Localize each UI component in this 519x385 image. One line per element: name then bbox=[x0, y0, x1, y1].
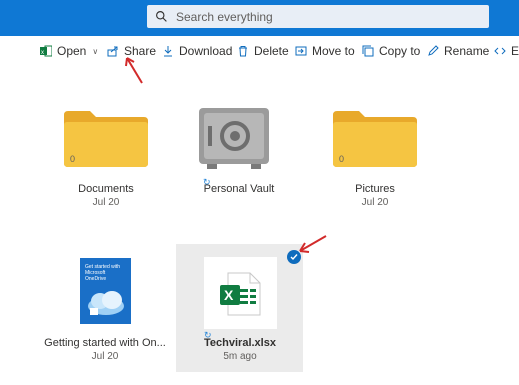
open-label: Open bbox=[57, 44, 87, 58]
download-icon bbox=[164, 46, 172, 57]
file-name: Personal Vault bbox=[203, 183, 275, 195]
open-button[interactable]: x Open ∨ bbox=[40, 44, 98, 58]
search-placeholder: Search everything bbox=[176, 9, 273, 24]
copy-to-label: Copy to bbox=[379, 44, 421, 58]
annotation-arrow-icon bbox=[299, 235, 327, 253]
command-bar: x Open ∨ Share Download Delete Move to C… bbox=[0, 36, 519, 66]
excel-file-icon: X bbox=[220, 272, 261, 316]
delete-button[interactable]: Delete bbox=[237, 44, 289, 58]
cloud-illustration-icon bbox=[88, 291, 124, 315]
chevron-down-icon: ∨ bbox=[92, 46, 99, 56]
file-date: Jul 20 bbox=[92, 197, 120, 208]
pdf-thumbnail: Get started with Microsoft OneDrive bbox=[80, 258, 131, 324]
svg-text:x: x bbox=[41, 50, 44, 56]
move-to-icon bbox=[295, 46, 307, 56]
embed-code-icon bbox=[494, 47, 506, 55]
delete-label: Delete bbox=[254, 44, 289, 58]
annotation-arrow-icon bbox=[125, 57, 143, 84]
folder-icon bbox=[64, 111, 148, 167]
rename-button[interactable]: Rename bbox=[427, 44, 489, 58]
excel-open-icon: x bbox=[40, 45, 52, 57]
move-to-button[interactable]: Move to bbox=[295, 44, 355, 58]
file-name: Documents bbox=[78, 183, 134, 195]
search-box[interactable]: Search everything bbox=[147, 5, 489, 28]
file-name: Techviral.xlsx bbox=[204, 337, 276, 349]
folder-icon bbox=[333, 111, 417, 167]
top-bar: Search everything bbox=[0, 0, 519, 36]
file-date: 5m ago bbox=[223, 351, 257, 362]
file-name: Pictures bbox=[355, 183, 395, 195]
rename-label: Rename bbox=[444, 44, 490, 58]
download-button[interactable]: Download bbox=[162, 44, 232, 58]
thumbnail-title: Get started with Microsoft OneDrive bbox=[85, 264, 121, 282]
move-to-label: Move to bbox=[312, 44, 355, 58]
search-icon bbox=[156, 11, 167, 22]
file-name: Getting started with On... bbox=[44, 337, 166, 349]
folder-count: 0 bbox=[70, 154, 76, 164]
file-date: Jul 20 bbox=[361, 197, 389, 208]
copy-to-button[interactable]: Copy to bbox=[362, 44, 420, 58]
share-icon bbox=[107, 46, 118, 57]
copy-to-icon bbox=[362, 45, 374, 57]
folder-count: 0 bbox=[339, 154, 345, 164]
embed-label: Er bbox=[511, 44, 519, 58]
trash-icon bbox=[239, 46, 247, 57]
rename-pencil-icon bbox=[428, 45, 439, 56]
svg-text:X: X bbox=[224, 287, 234, 303]
xlsx-thumbnail: X bbox=[204, 257, 277, 329]
embed-button[interactable]: Er bbox=[494, 44, 519, 58]
vault-safe-icon bbox=[199, 108, 269, 169]
file-date: Jul 20 bbox=[91, 351, 119, 362]
download-label: Download bbox=[179, 44, 233, 58]
